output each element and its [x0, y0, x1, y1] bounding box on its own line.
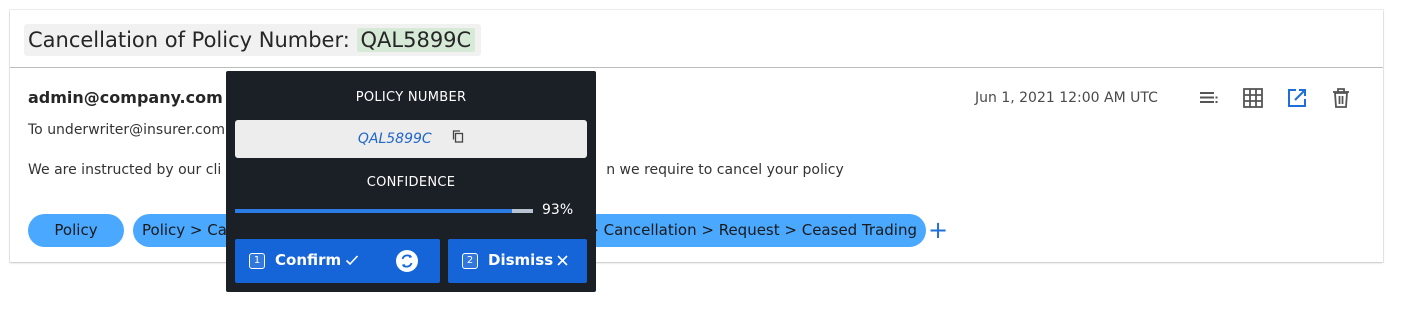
dismiss-button[interactable]: 2 Dismiss — [448, 239, 587, 283]
text-lines-icon[interactable] — [1198, 87, 1220, 109]
page-title: Cancellation of Policy Number: QAL5899C — [24, 24, 482, 56]
sender-address: admin@company.com — [28, 88, 223, 107]
confirm-shortcut-key: 1 — [249, 253, 265, 269]
confidence-bar — [235, 209, 533, 213]
close-icon — [556, 253, 569, 271]
email-body-end: n we require to cancel your policy — [606, 162, 844, 178]
field-value: QAL5899C — [357, 131, 432, 147]
dismiss-shortcut-key: 2 — [462, 253, 478, 269]
recipient-address: To underwriter@insurer.com — [28, 122, 225, 138]
table-grid-icon[interactable] — [1242, 87, 1264, 109]
field-label: POLICY NUMBER — [355, 90, 467, 105]
confidence-bar-fill — [235, 209, 513, 213]
delete-icon[interactable] — [1330, 87, 1352, 109]
email-timestamp: Jun 1, 2021 12:00 AM UTC — [975, 90, 1158, 106]
email-body-start: We are instructed by our cli — [28, 162, 222, 178]
title-bar: Cancellation of Policy Number: QAL5899C — [10, 10, 1383, 68]
field-value-box[interactable]: QAL5899C — [235, 120, 587, 158]
title-highlight-policy-number[interactable]: QAL5899C — [356, 28, 476, 52]
add-tag-button[interactable]: + — [928, 218, 948, 242]
extraction-review-popup: POLICY NUMBER QAL5899C CONFIDENCE 93% 1 … — [226, 71, 596, 292]
confirm-button[interactable]: 1 Confirm — [235, 239, 440, 283]
confirm-label: Confirm — [275, 251, 342, 269]
tag-chip[interactable]: Policy — [28, 214, 124, 247]
confidence-label: CONFIDENCE — [366, 175, 456, 190]
open-external-icon[interactable] — [1286, 87, 1308, 109]
tag-chip-label-end: cy > Cancellation > Request > Ceased Tra… — [564, 221, 917, 239]
refresh-icon[interactable] — [396, 250, 418, 272]
confidence-value: 93% — [542, 202, 574, 218]
email-card: Cancellation of Policy Number: QAL5899C … — [10, 10, 1383, 262]
check-icon — [345, 253, 359, 271]
copy-icon[interactable] — [452, 120, 464, 158]
title-prefix: Cancellation of Policy Number: — [28, 28, 350, 52]
tag-chip-label-start: Policy > Can — [142, 221, 237, 239]
dismiss-label: Dismiss — [488, 251, 554, 269]
email-toolbar — [1198, 87, 1352, 109]
